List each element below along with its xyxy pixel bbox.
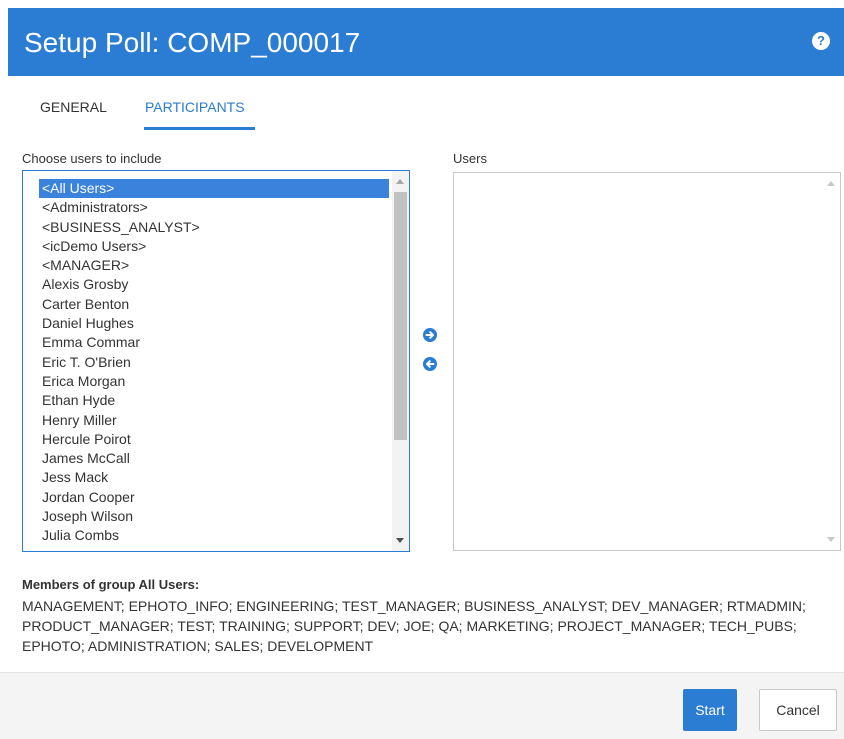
arrow-right-circle-icon (425, 331, 434, 339)
start-button[interactable]: Start (683, 689, 737, 731)
add-user-button[interactable] (423, 328, 437, 342)
available-users-list: <All Users> <Administrators> <BUSINESS_ANA… (39, 179, 389, 546)
list-item[interactable]: Ethan Hyde (39, 391, 389, 410)
tab-general[interactable]: GENERAL (40, 98, 107, 116)
list-item[interactable]: Alexis Grosby (39, 275, 389, 294)
list-item[interactable]: Carter Benton (39, 295, 389, 314)
active-tab-indicator (144, 127, 255, 130)
scroll-down-arrow-icon[interactable] (396, 538, 404, 543)
choose-users-label: Choose users to include (22, 151, 162, 166)
list-item[interactable]: <Administrators> (39, 198, 389, 217)
cancel-button[interactable]: Cancel (759, 689, 837, 731)
list-item[interactable]: Hercule Poirot (39, 430, 389, 449)
list-item[interactable]: James McCall (39, 449, 389, 468)
dialog-title-bar: Setup Poll: COMP_000017 ? (8, 8, 844, 76)
list-item[interactable]: Daniel Hughes (39, 314, 389, 333)
users-label: Users (453, 151, 487, 166)
dialog-footer: Start Cancel (0, 672, 844, 739)
available-users-listbox[interactable]: <All Users> <Administrators> <BUSINESS_ANA… (22, 170, 410, 552)
list-item[interactable]: <icDemo Users> (39, 237, 389, 256)
arrow-left-circle-icon (426, 360, 435, 368)
scroll-up-arrow-icon[interactable] (827, 181, 835, 186)
list-item[interactable]: Eric T. O'Brien (39, 353, 389, 372)
selected-users-listbox[interactable] (453, 172, 841, 551)
list-item[interactable]: Emma Commar (39, 333, 389, 352)
available-users-scrollbar[interactable] (392, 171, 409, 551)
remove-user-button[interactable] (423, 357, 437, 371)
list-item[interactable]: Henry Miller (39, 411, 389, 430)
list-item[interactable]: Julia Combs (39, 526, 389, 545)
group-members-title: Members of group All Users: (22, 577, 200, 592)
dialog-title: Setup Poll: COMP_000017 (24, 27, 361, 58)
list-item[interactable]: Erica Morgan (39, 372, 389, 391)
scrollbar-thumb[interactable] (394, 192, 407, 440)
scroll-down-arrow-icon[interactable] (827, 537, 835, 542)
setup-poll-dialog: Setup Poll: COMP_000017 ? GENERAL PARTIC… (0, 0, 844, 739)
list-item[interactable]: <All Users> (39, 179, 389, 199)
help-icon[interactable]: ? (812, 32, 830, 50)
scroll-up-arrow-icon[interactable] (396, 179, 404, 184)
list-item[interactable]: <BUSINESS_ANALYST> (39, 218, 389, 237)
list-item[interactable]: Joseph Wilson (39, 507, 389, 526)
group-members-text: MANAGEMENT; EPHOTO_INFO; ENGINEERING; TE… (22, 598, 806, 654)
list-item[interactable]: Jess Mack (39, 468, 389, 487)
list-item[interactable]: Jordan Cooper (39, 488, 389, 507)
selected-users-scrollbar[interactable] (823, 173, 840, 550)
tab-participants[interactable]: PARTICIPANTS (145, 98, 245, 116)
list-item[interactable]: <MANAGER> (39, 256, 389, 275)
